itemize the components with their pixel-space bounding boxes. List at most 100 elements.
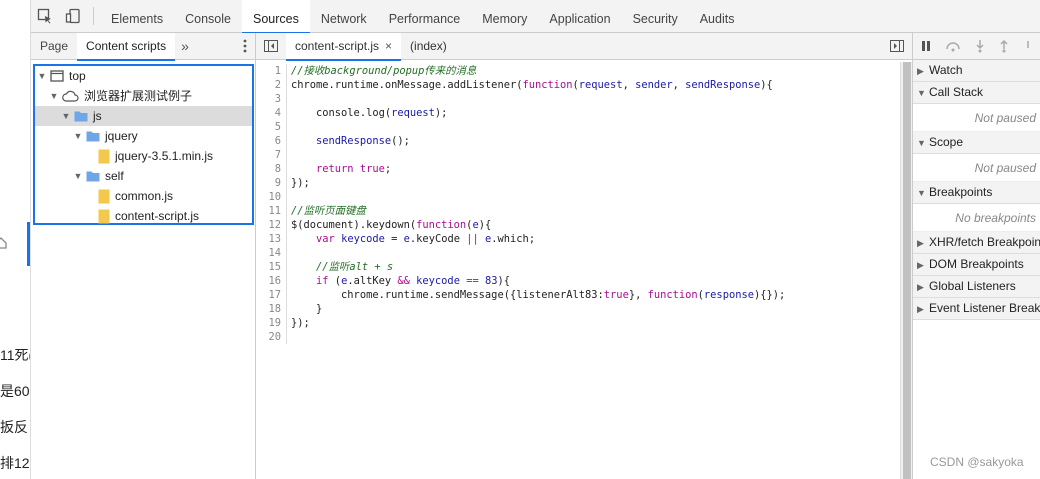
tree-node-jquery-file[interactable]: jquery-3.5.1.min.js	[35, 146, 252, 166]
line-number[interactable]: 20	[256, 330, 287, 344]
code-text[interactable]: sendResponse();	[287, 134, 410, 148]
code-line[interactable]: 16 if (e.altKey && keycode == 83){	[256, 274, 900, 288]
code-text[interactable]	[287, 148, 291, 162]
code-text[interactable]: var keycode = e.keyCode || e.which;	[287, 232, 535, 246]
toggle-navigator-icon[interactable]	[256, 33, 286, 60]
code-text[interactable]	[287, 92, 291, 106]
tab-memory[interactable]: Memory	[471, 0, 538, 33]
tab-performance[interactable]: Performance	[378, 0, 472, 33]
line-number[interactable]: 9	[256, 176, 287, 190]
kebab-menu-icon[interactable]	[243, 39, 247, 53]
code-line[interactable]: 4 console.log(request);	[256, 106, 900, 120]
code-line[interactable]: 9});	[256, 176, 900, 190]
code-text[interactable]: $(document).keydown(function(e){	[287, 218, 491, 232]
code-line[interactable]: 20	[256, 330, 900, 344]
device-toolbar-icon[interactable]	[59, 0, 87, 33]
editor-tab-index[interactable]: (index)	[401, 33, 456, 60]
tab-audits[interactable]: Audits	[689, 0, 746, 33]
line-number[interactable]: 2	[256, 78, 287, 92]
step-into-icon[interactable]	[975, 39, 985, 53]
section-event-listener-breakpoints[interactable]: ▶ Event Listener Breakpoints	[913, 298, 1040, 320]
section-xhr-breakpoints[interactable]: ▶ XHR/fetch Breakpoints	[913, 232, 1040, 254]
section-scope[interactable]: ▼ Scope	[913, 132, 1040, 154]
tab-sources[interactable]: Sources	[241, 0, 310, 34]
code-line[interactable]: 8 return true;	[256, 162, 900, 176]
line-number[interactable]: 14	[256, 246, 287, 260]
tree-node-js[interactable]: ▼ js	[35, 106, 252, 126]
code-line[interactable]: 11//监听页面键盘	[256, 204, 900, 218]
step-out-icon[interactable]	[999, 39, 1009, 53]
tab-network[interactable]: Network	[310, 0, 378, 33]
code-lines[interactable]: 1//接收background/popup传来的消息 2 chrome.runtim…	[256, 64, 900, 344]
code-line[interactable]: 12 $(document).keydown(function(e){	[256, 218, 900, 232]
code-text[interactable]: chrome.runtime.onMessage.addListener(fun…	[287, 78, 773, 92]
code-line[interactable]: 14	[256, 246, 900, 260]
line-number[interactable]: 19	[256, 316, 287, 330]
tab-application[interactable]: Application	[538, 0, 621, 33]
code-line[interactable]: 5	[256, 120, 900, 134]
editor-tab-content-script[interactable]: content-script.js ×	[286, 32, 402, 61]
line-number[interactable]: 3	[256, 92, 287, 106]
code-text[interactable]: //监听页面键盘	[287, 204, 366, 218]
close-icon[interactable]: ×	[385, 39, 392, 53]
tree-node-common-file[interactable]: common.js	[35, 186, 252, 206]
line-number[interactable]: 10	[256, 190, 287, 204]
section-breakpoints[interactable]: ▼ Breakpoints	[913, 182, 1040, 204]
code-line[interactable]: 1//接收background/popup传来的消息	[256, 64, 900, 78]
code-text[interactable]	[287, 190, 291, 204]
line-number[interactable]: 5	[256, 120, 287, 134]
tree-node-content-script-file[interactable]: content-script.js	[35, 206, 252, 226]
tree-node-self[interactable]: ▼ self	[35, 166, 252, 186]
code-line[interactable]: 19});	[256, 316, 900, 330]
code-line[interactable]: 15 //监听alt + s	[256, 260, 900, 274]
inspect-element-icon[interactable]	[31, 0, 59, 33]
code-line[interactable]: 3	[256, 92, 900, 106]
chevron-down-icon[interactable]: ▼	[61, 106, 71, 126]
code-text[interactable]	[287, 246, 291, 260]
more-tabs-icon[interactable]: »	[175, 33, 195, 60]
section-watch[interactable]: ▶ Watch	[913, 60, 1040, 82]
line-number[interactable]: 8	[256, 162, 287, 176]
chevron-down-icon[interactable]: ▼	[73, 166, 83, 186]
code-text[interactable]: console.log(request);	[287, 106, 447, 120]
code-line[interactable]: 6 sendResponse();	[256, 134, 900, 148]
code-text[interactable]: return true;	[287, 162, 391, 176]
line-number[interactable]: 6	[256, 134, 287, 148]
tree-node-top[interactable]: ▼ top	[35, 66, 252, 86]
line-number[interactable]: 1	[256, 64, 287, 78]
code-line[interactable]: 10	[256, 190, 900, 204]
code-text[interactable]: }	[287, 302, 322, 316]
line-number[interactable]: 15	[256, 260, 287, 274]
code-line[interactable]: 2 chrome.runtime.onMessage.addListener(fu…	[256, 78, 900, 92]
code-text[interactable]: //监听alt + s	[287, 260, 393, 274]
line-number[interactable]: 4	[256, 106, 287, 120]
tab-page[interactable]: Page	[31, 33, 77, 60]
line-number[interactable]: 18	[256, 302, 287, 316]
scrollbar-thumb[interactable]	[903, 62, 911, 479]
pause-icon[interactable]	[921, 40, 931, 52]
code-line[interactable]: 7	[256, 148, 900, 162]
section-global-listeners[interactable]: ▶ Global Listeners	[913, 276, 1040, 298]
code-text[interactable]: if (e.altKey && keycode == 83){	[287, 274, 510, 288]
code-line[interactable]: 13 var keycode = e.keyCode || e.which;	[256, 232, 900, 246]
code-line[interactable]: 18 }	[256, 302, 900, 316]
line-number[interactable]: 16	[256, 274, 287, 288]
line-number[interactable]: 12	[256, 218, 287, 232]
code-line[interactable]: 17 chrome.runtime.sendMessage({listenerA…	[256, 288, 900, 302]
line-number[interactable]: 13	[256, 232, 287, 246]
tab-console[interactable]: Console	[174, 0, 242, 33]
tab-elements[interactable]: Elements	[100, 0, 174, 33]
step-icon[interactable]	[1023, 39, 1033, 53]
vertical-scrollbar[interactable]	[900, 62, 912, 479]
toggle-debugger-icon[interactable]	[890, 40, 904, 52]
line-number[interactable]: 7	[256, 148, 287, 162]
chevron-down-icon[interactable]: ▼	[37, 66, 47, 86]
line-number[interactable]: 17	[256, 288, 287, 302]
line-number[interactable]: 11	[256, 204, 287, 218]
code-text[interactable]: });	[287, 316, 310, 330]
code-text[interactable]: });	[287, 176, 310, 190]
code-text[interactable]	[287, 330, 291, 344]
tab-security[interactable]: Security	[622, 0, 689, 33]
tree-node-jquery[interactable]: ▼ jquery	[35, 126, 252, 146]
code-text[interactable]: chrome.runtime.sendMessage({listenerAlt8…	[287, 288, 785, 302]
